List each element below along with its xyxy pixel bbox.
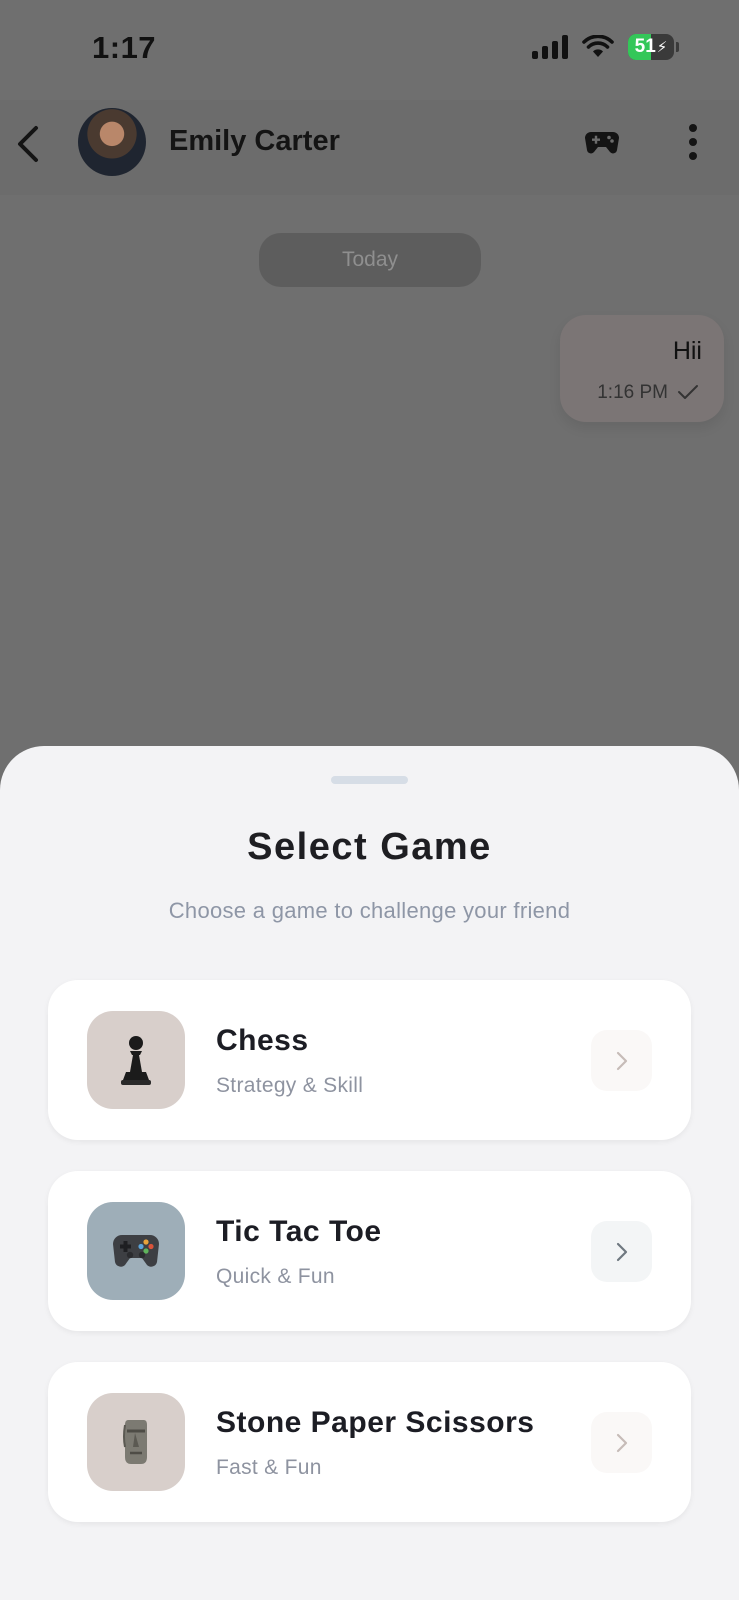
chevron-right-button[interactable] [591, 1030, 652, 1091]
game-description: Strategy & Skill [216, 1074, 364, 1097]
game-thumb [87, 1011, 185, 1109]
date-separator: Today [259, 233, 481, 287]
moai-stone-icon [123, 1420, 147, 1464]
game-name: Chess [216, 1024, 309, 1057]
sheet-title: Select Game [247, 826, 492, 868]
sheet-grabber[interactable] [331, 776, 408, 784]
chat-header: Emily Carter [0, 100, 739, 195]
back-arrow-icon[interactable] [14, 122, 44, 166]
game-card-stone-paper-scissors[interactable]: Stone Paper Scissors Fast & Fun [48, 1362, 691, 1522]
game-description: Quick & Fun [216, 1265, 335, 1288]
more-options-icon[interactable] [680, 122, 706, 162]
chevron-right-icon [616, 1242, 627, 1261]
game-controller-icon [113, 1235, 159, 1267]
battery-icon: 51 ⚡ [628, 34, 674, 60]
battery-cap [676, 42, 679, 52]
game-card-tic-tac-toe[interactable]: Tic Tac Toe Quick & Fun [48, 1171, 691, 1331]
avatar[interactable] [78, 108, 146, 176]
message-time: 1:16 PM [597, 382, 668, 403]
battery-level: 51 [634, 36, 656, 57]
chess-pawn-icon [121, 1036, 151, 1085]
game-name: Tic Tac Toe [216, 1215, 382, 1248]
select-game-sheet: Select Game Choose a game to challenge y… [0, 746, 739, 1600]
game-thumb [87, 1393, 185, 1491]
game-card-chess[interactable]: Chess Strategy & Skill [48, 980, 691, 1140]
game-thumb [87, 1202, 185, 1300]
status-bar: 1:17 51 ⚡ [0, 0, 739, 100]
status-indicators: 51 ⚡ [532, 34, 679, 60]
sent-check-icon [678, 385, 698, 399]
sheet-subtitle: Choose a game to challenge your friend [168, 898, 571, 923]
message-bubble[interactable]: Hii 1:16 PM [560, 315, 724, 422]
chevron-right-icon [616, 1433, 627, 1452]
chevron-right-button[interactable] [591, 1412, 652, 1473]
chevron-right-button[interactable] [591, 1221, 652, 1282]
game-description: Fast & Fun [216, 1456, 322, 1479]
game-name: Stone Paper Scissors [216, 1406, 535, 1439]
contact-name[interactable]: Emily Carter [169, 125, 340, 158]
chevron-right-icon [616, 1051, 627, 1070]
message-text: Hii [672, 337, 702, 365]
cellular-signal-icon [532, 35, 568, 59]
status-time: 1:17 [92, 30, 157, 65]
wifi-icon [582, 35, 614, 57]
game-controller-icon[interactable] [583, 122, 621, 160]
